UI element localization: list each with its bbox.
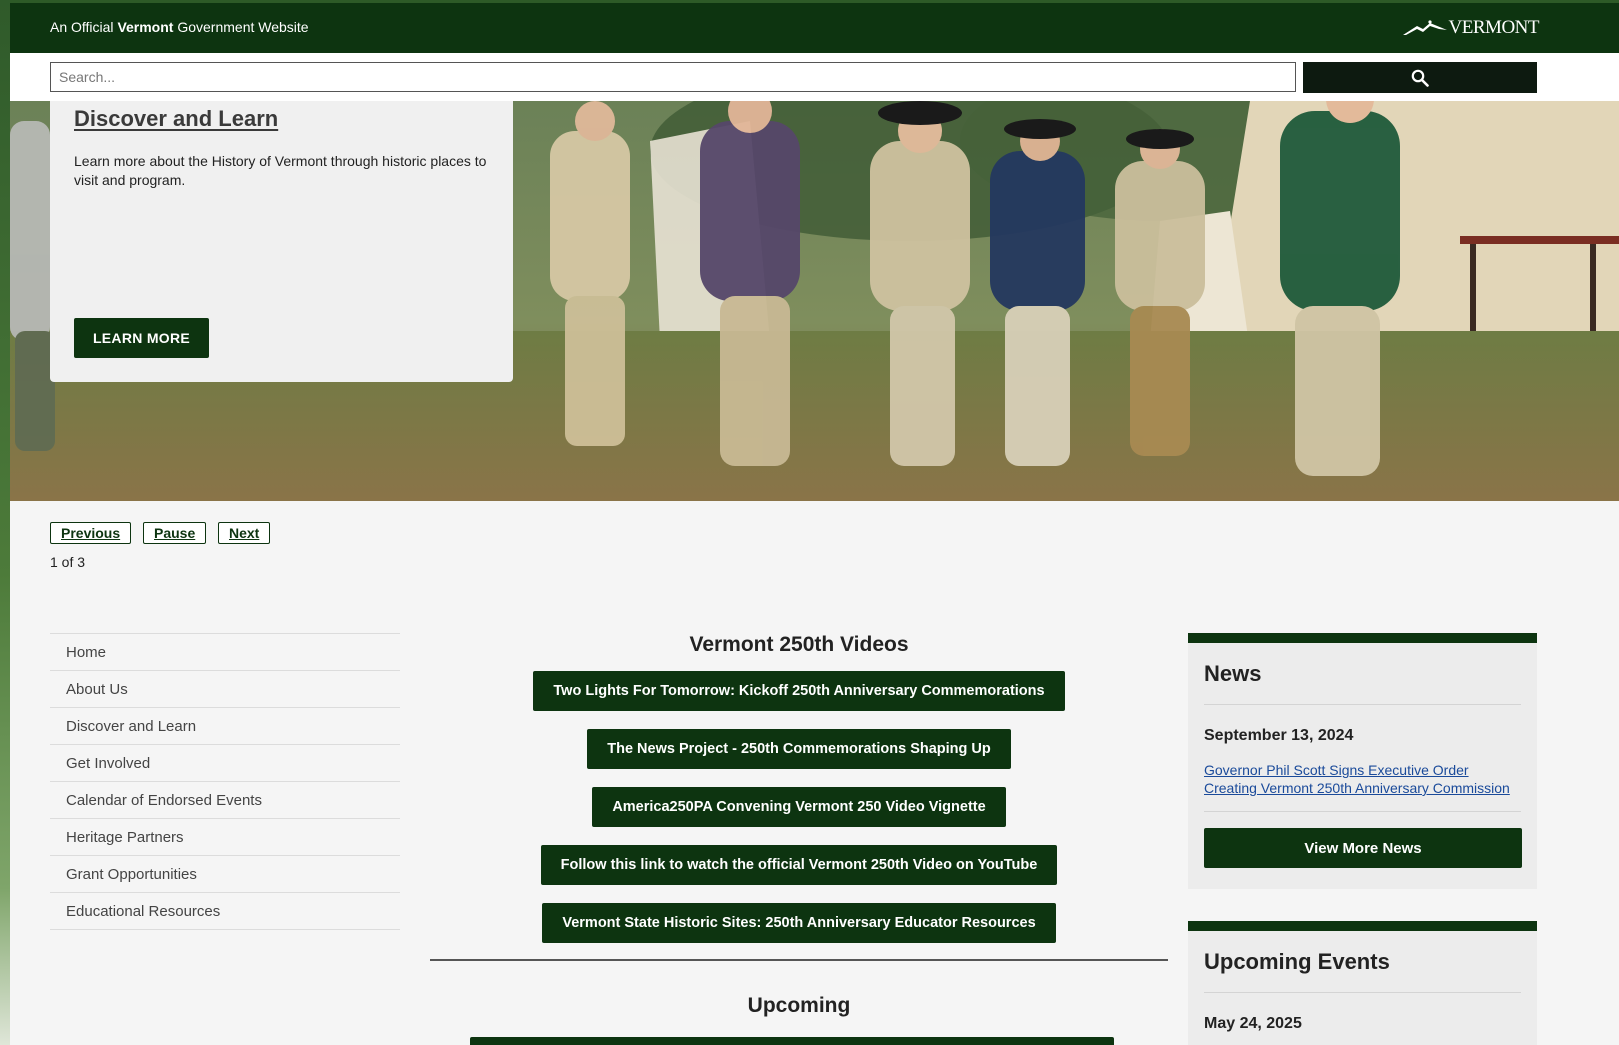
- news-panel: News September 13, 2024 Governor Phil Sc…: [1188, 633, 1537, 889]
- nav-item-grant-opportunities[interactable]: Grant Opportunities: [50, 856, 400, 893]
- events-heading: Upcoming Events: [1204, 931, 1521, 993]
- official-site-text: An Official Vermont Government Website: [50, 19, 309, 35]
- next-slide-button[interactable]: Next: [218, 522, 271, 544]
- nav-item-home[interactable]: Home: [50, 634, 400, 671]
- view-more-news-button[interactable]: View More News: [1204, 828, 1522, 868]
- upcoming-events-panel: Upcoming Events May 24, 2025: [1188, 921, 1537, 1045]
- event-date: May 24, 2025: [1204, 1015, 1302, 1032]
- official-site-banner: An Official Vermont Government Website V…: [10, 0, 1619, 53]
- hero-caption-card: Discover and Learn Learn more about the …: [50, 101, 513, 382]
- previous-slide-button[interactable]: Previous: [50, 522, 132, 544]
- video-link-button[interactable]: Follow this link to watch the official V…: [540, 845, 1058, 885]
- nav-item-get-involved[interactable]: Get Involved: [50, 745, 400, 782]
- news-heading: News: [1204, 643, 1521, 705]
- main-content: Vermont 250th Videos Two Lights For Tomo…: [430, 630, 1168, 1045]
- nav-item-heritage-partners[interactable]: Heritage Partners: [50, 819, 400, 856]
- upcoming-heading: Upcoming: [747, 994, 851, 1017]
- videos-heading: Vermont 250th Videos: [689, 633, 909, 656]
- nav-item-educational-resources[interactable]: Educational Resources: [50, 893, 400, 930]
- section-divider: [430, 959, 1168, 961]
- video-links-list: Two Lights For Tomorrow: Kickoff 250th A…: [430, 671, 1168, 943]
- mountain-icon: [1402, 20, 1447, 35]
- slide-counter: 1 of 3: [50, 554, 86, 570]
- search-bar: [10, 53, 1619, 101]
- upcoming-item-button[interactable]: [470, 1037, 1114, 1045]
- news-article-link[interactable]: Governor Phil Scott Signs Executive Orde…: [1204, 761, 1521, 812]
- video-link-button[interactable]: Two Lights For Tomorrow: Kickoff 250th A…: [533, 671, 1065, 711]
- vermont-logo[interactable]: VERMONT: [1402, 17, 1540, 39]
- page: An Official Vermont Government Website V…: [10, 0, 1619, 1045]
- hero-slideshow: Discover and Learn Learn more about the …: [10, 101, 1619, 501]
- video-link-button[interactable]: Vermont State Historic Sites: 250th Anni…: [542, 903, 1056, 943]
- section-navigation: Home About Us Discover and Learn Get Inv…: [50, 633, 400, 930]
- video-link-button[interactable]: America250PA Convening Vermont 250 Video…: [592, 787, 1006, 827]
- hero-description: Learn more about the History of Vermont …: [74, 153, 487, 188]
- learn-more-button[interactable]: LEARN MORE: [74, 318, 209, 358]
- nav-item-discover-and-learn[interactable]: Discover and Learn: [50, 708, 400, 745]
- video-link-button[interactable]: The News Project - 250th Commemorations …: [587, 729, 1011, 769]
- search-button[interactable]: [1303, 62, 1537, 93]
- search-icon: [1411, 69, 1429, 87]
- news-date: September 13, 2024: [1204, 727, 1354, 744]
- nav-item-about-us[interactable]: About Us: [50, 671, 400, 708]
- vermont-logo-text: VERMONT: [1448, 17, 1540, 38]
- nav-item-calendar-of-endorsed-events[interactable]: Calendar of Endorsed Events: [50, 782, 400, 819]
- pause-slideshow-button[interactable]: Pause: [143, 522, 207, 544]
- hero-title[interactable]: Discover and Learn: [74, 106, 489, 132]
- search-input[interactable]: [50, 62, 1296, 92]
